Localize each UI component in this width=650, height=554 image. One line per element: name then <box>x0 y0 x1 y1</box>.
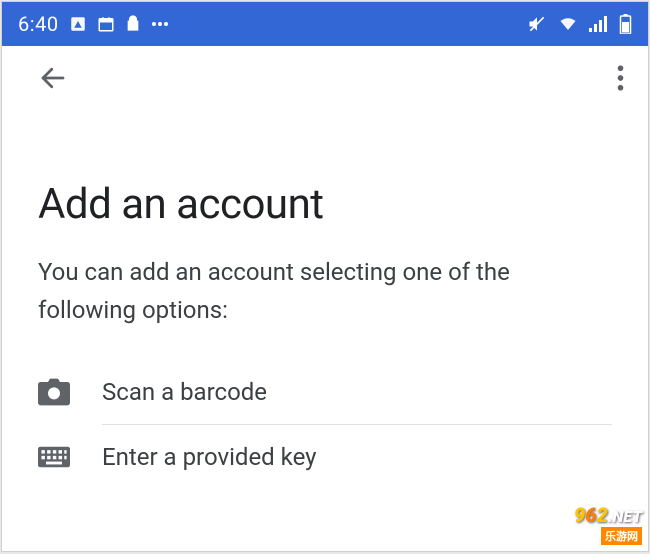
wifi-icon <box>557 15 579 33</box>
keyboard-icon <box>38 446 78 468</box>
maps-icon <box>69 15 87 33</box>
option-label: Scan a barcode <box>102 378 267 406</box>
watermark-text: 乐游网 <box>601 527 642 545</box>
option-scan-barcode[interactable]: Scan a barcode <box>38 360 612 424</box>
calendar-icon <box>97 15 115 33</box>
page-subtitle: You can add an account selecting one of … <box>38 253 612 330</box>
battery-icon <box>619 14 632 34</box>
app-bar <box>2 46 648 110</box>
more-notifications-icon <box>151 21 169 27</box>
status-left: 6:40 <box>18 12 169 36</box>
status-bar: 6:40 <box>2 2 648 46</box>
option-list: Scan a barcode Enter a provided key <box>38 360 612 489</box>
content: Add an account You can add an account se… <box>2 110 648 489</box>
mute-icon <box>527 14 547 34</box>
watermark: 962.NET 乐游网 <box>574 505 642 545</box>
option-label: Enter a provided key <box>102 443 317 471</box>
clock: 6:40 <box>18 12 59 36</box>
page-title: Add an account <box>38 180 612 229</box>
option-enter-key[interactable]: Enter a provided key <box>38 425 612 489</box>
arrow-left-icon <box>38 63 68 93</box>
status-right <box>527 14 632 34</box>
signal-icon <box>589 16 609 32</box>
camera-icon <box>38 378 78 406</box>
overflow-menu-button[interactable] <box>617 65 624 91</box>
back-button[interactable] <box>38 63 68 93</box>
shopping-icon <box>125 15 141 33</box>
more-vert-icon <box>617 65 624 91</box>
watermark-logo: 962.NET <box>574 505 642 525</box>
